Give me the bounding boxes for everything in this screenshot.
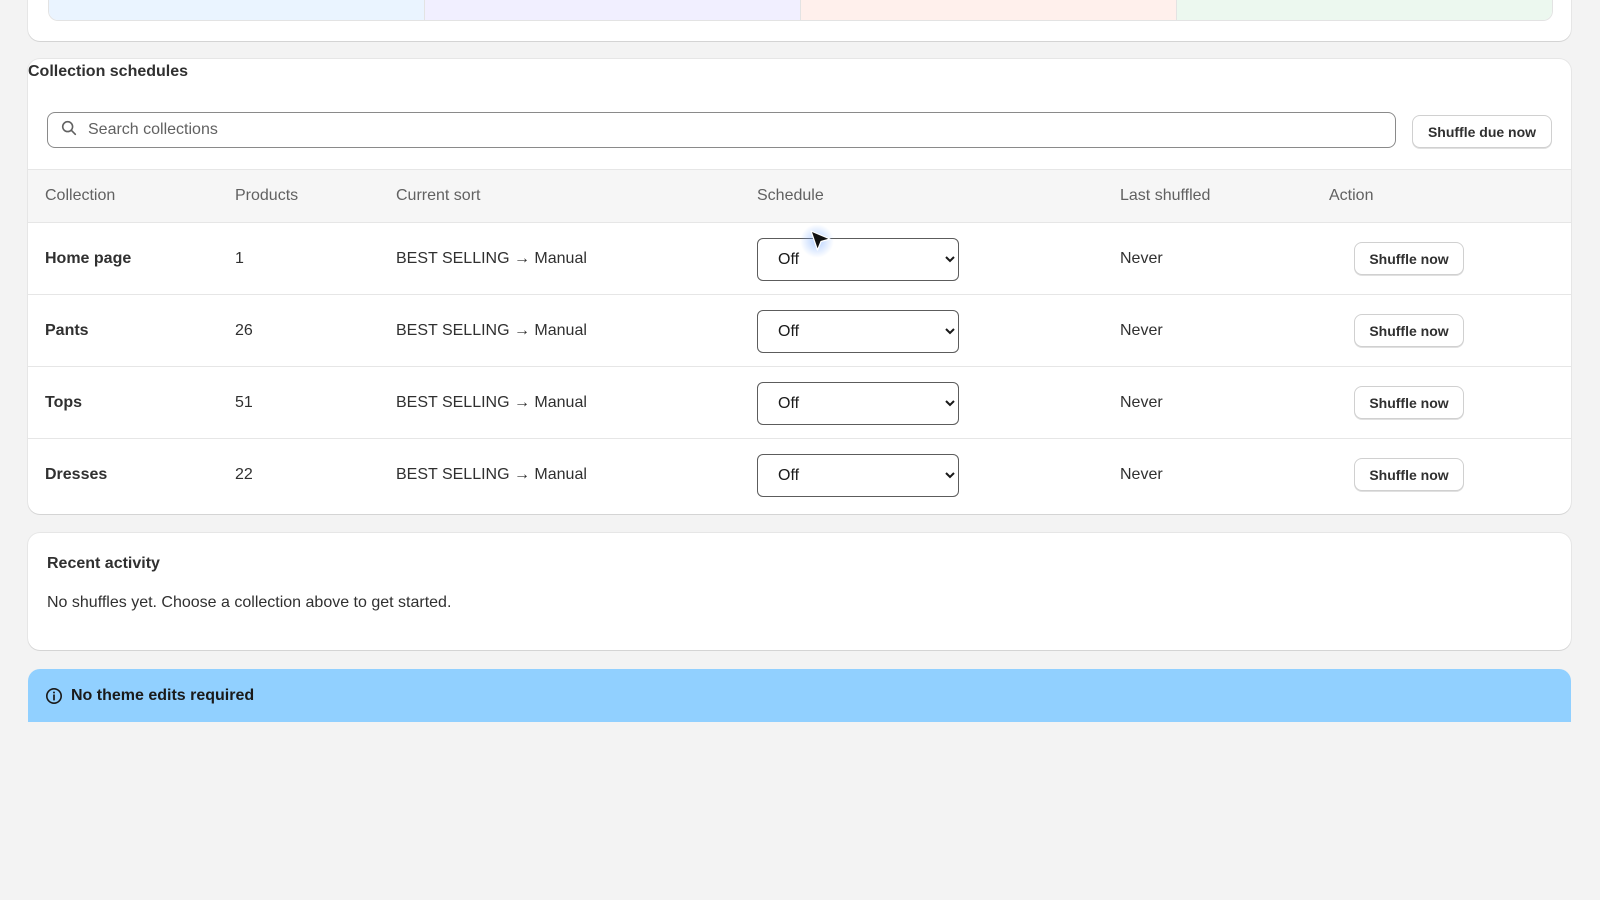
last-shuffled: Never: [1120, 322, 1163, 339]
current-sort: BEST SELLING → Manual: [396, 322, 587, 339]
table-row: Home page 1 BEST SELLING → Manual Off Ne…: [28, 223, 1571, 295]
column-header-schedule: Schedule: [757, 187, 824, 204]
recent-activity-title: Recent activity: [47, 555, 160, 572]
product-count: 1: [235, 250, 244, 267]
column-header-last-shuffled: Last shuffled: [1120, 187, 1211, 204]
collection-schedules-card: Collection schedules Shuffle due now Col…: [28, 59, 1571, 514]
collection-name: Home page: [45, 250, 132, 267]
column-header-action: Action: [1329, 187, 1374, 204]
product-count: 26: [235, 322, 253, 339]
current-sort: BEST SELLING → Manual: [396, 466, 587, 483]
search-collections-field[interactable]: [47, 112, 1396, 148]
shuffle-now-button[interactable]: Shuffle now: [1354, 458, 1464, 491]
current-sort: BEST SELLING → Manual: [396, 394, 587, 411]
stats-tile: [1177, 0, 1552, 20]
last-shuffled: Never: [1120, 250, 1163, 267]
collection-name: Pants: [45, 322, 89, 339]
recent-activity-empty-text: No shuffles yet. Choose a collection abo…: [47, 594, 452, 611]
collection-name: Tops: [45, 394, 83, 411]
product-count: 51: [235, 394, 253, 411]
table-row: Pants 26 BEST SELLING → Manual Off Never…: [28, 295, 1571, 367]
info-banner: No theme edits required: [28, 669, 1571, 722]
schedule-select[interactable]: Off: [757, 310, 959, 353]
collection-schedules-title: Collection schedules: [28, 63, 189, 80]
schedule-select[interactable]: Off: [757, 382, 959, 425]
mouse-cursor-icon: [808, 228, 834, 254]
search-icon: [60, 119, 78, 142]
current-sort: BEST SELLING → Manual: [396, 250, 587, 267]
stats-tile: [801, 0, 1177, 20]
stats-tile: [425, 0, 801, 20]
column-header-current-sort: Current sort: [396, 187, 481, 204]
schedule-select[interactable]: Off: [757, 238, 959, 281]
search-collections-input[interactable]: [86, 120, 1370, 140]
column-header-products: Products: [235, 187, 299, 204]
recent-activity-card: Recent activity No shuffles yet. Choose …: [28, 533, 1571, 650]
table-header: Collection Products Current sort Schedul…: [28, 169, 1571, 223]
shuffle-now-button[interactable]: Shuffle now: [1354, 314, 1464, 347]
stats-card: [28, 0, 1571, 41]
schedule-select[interactable]: Off: [757, 454, 959, 497]
table-row: Dresses 22 BEST SELLING → Manual Off Nev…: [28, 439, 1571, 511]
collection-name: Dresses: [45, 466, 108, 483]
shuffle-due-now-button[interactable]: Shuffle due now: [1412, 115, 1552, 148]
last-shuffled: Never: [1120, 394, 1163, 411]
product-count: 22: [235, 466, 253, 483]
shuffle-now-button[interactable]: Shuffle now: [1354, 242, 1464, 275]
stats-tile: [49, 0, 425, 20]
stats-strip: [48, 0, 1553, 21]
info-banner-title: No theme edits required: [71, 687, 255, 704]
table-row: Tops 51 BEST SELLING → Manual Off Never …: [28, 367, 1571, 439]
last-shuffled: Never: [1120, 466, 1163, 483]
shuffle-now-button[interactable]: Shuffle now: [1354, 386, 1464, 419]
column-header-collection: Collection: [45, 187, 116, 204]
